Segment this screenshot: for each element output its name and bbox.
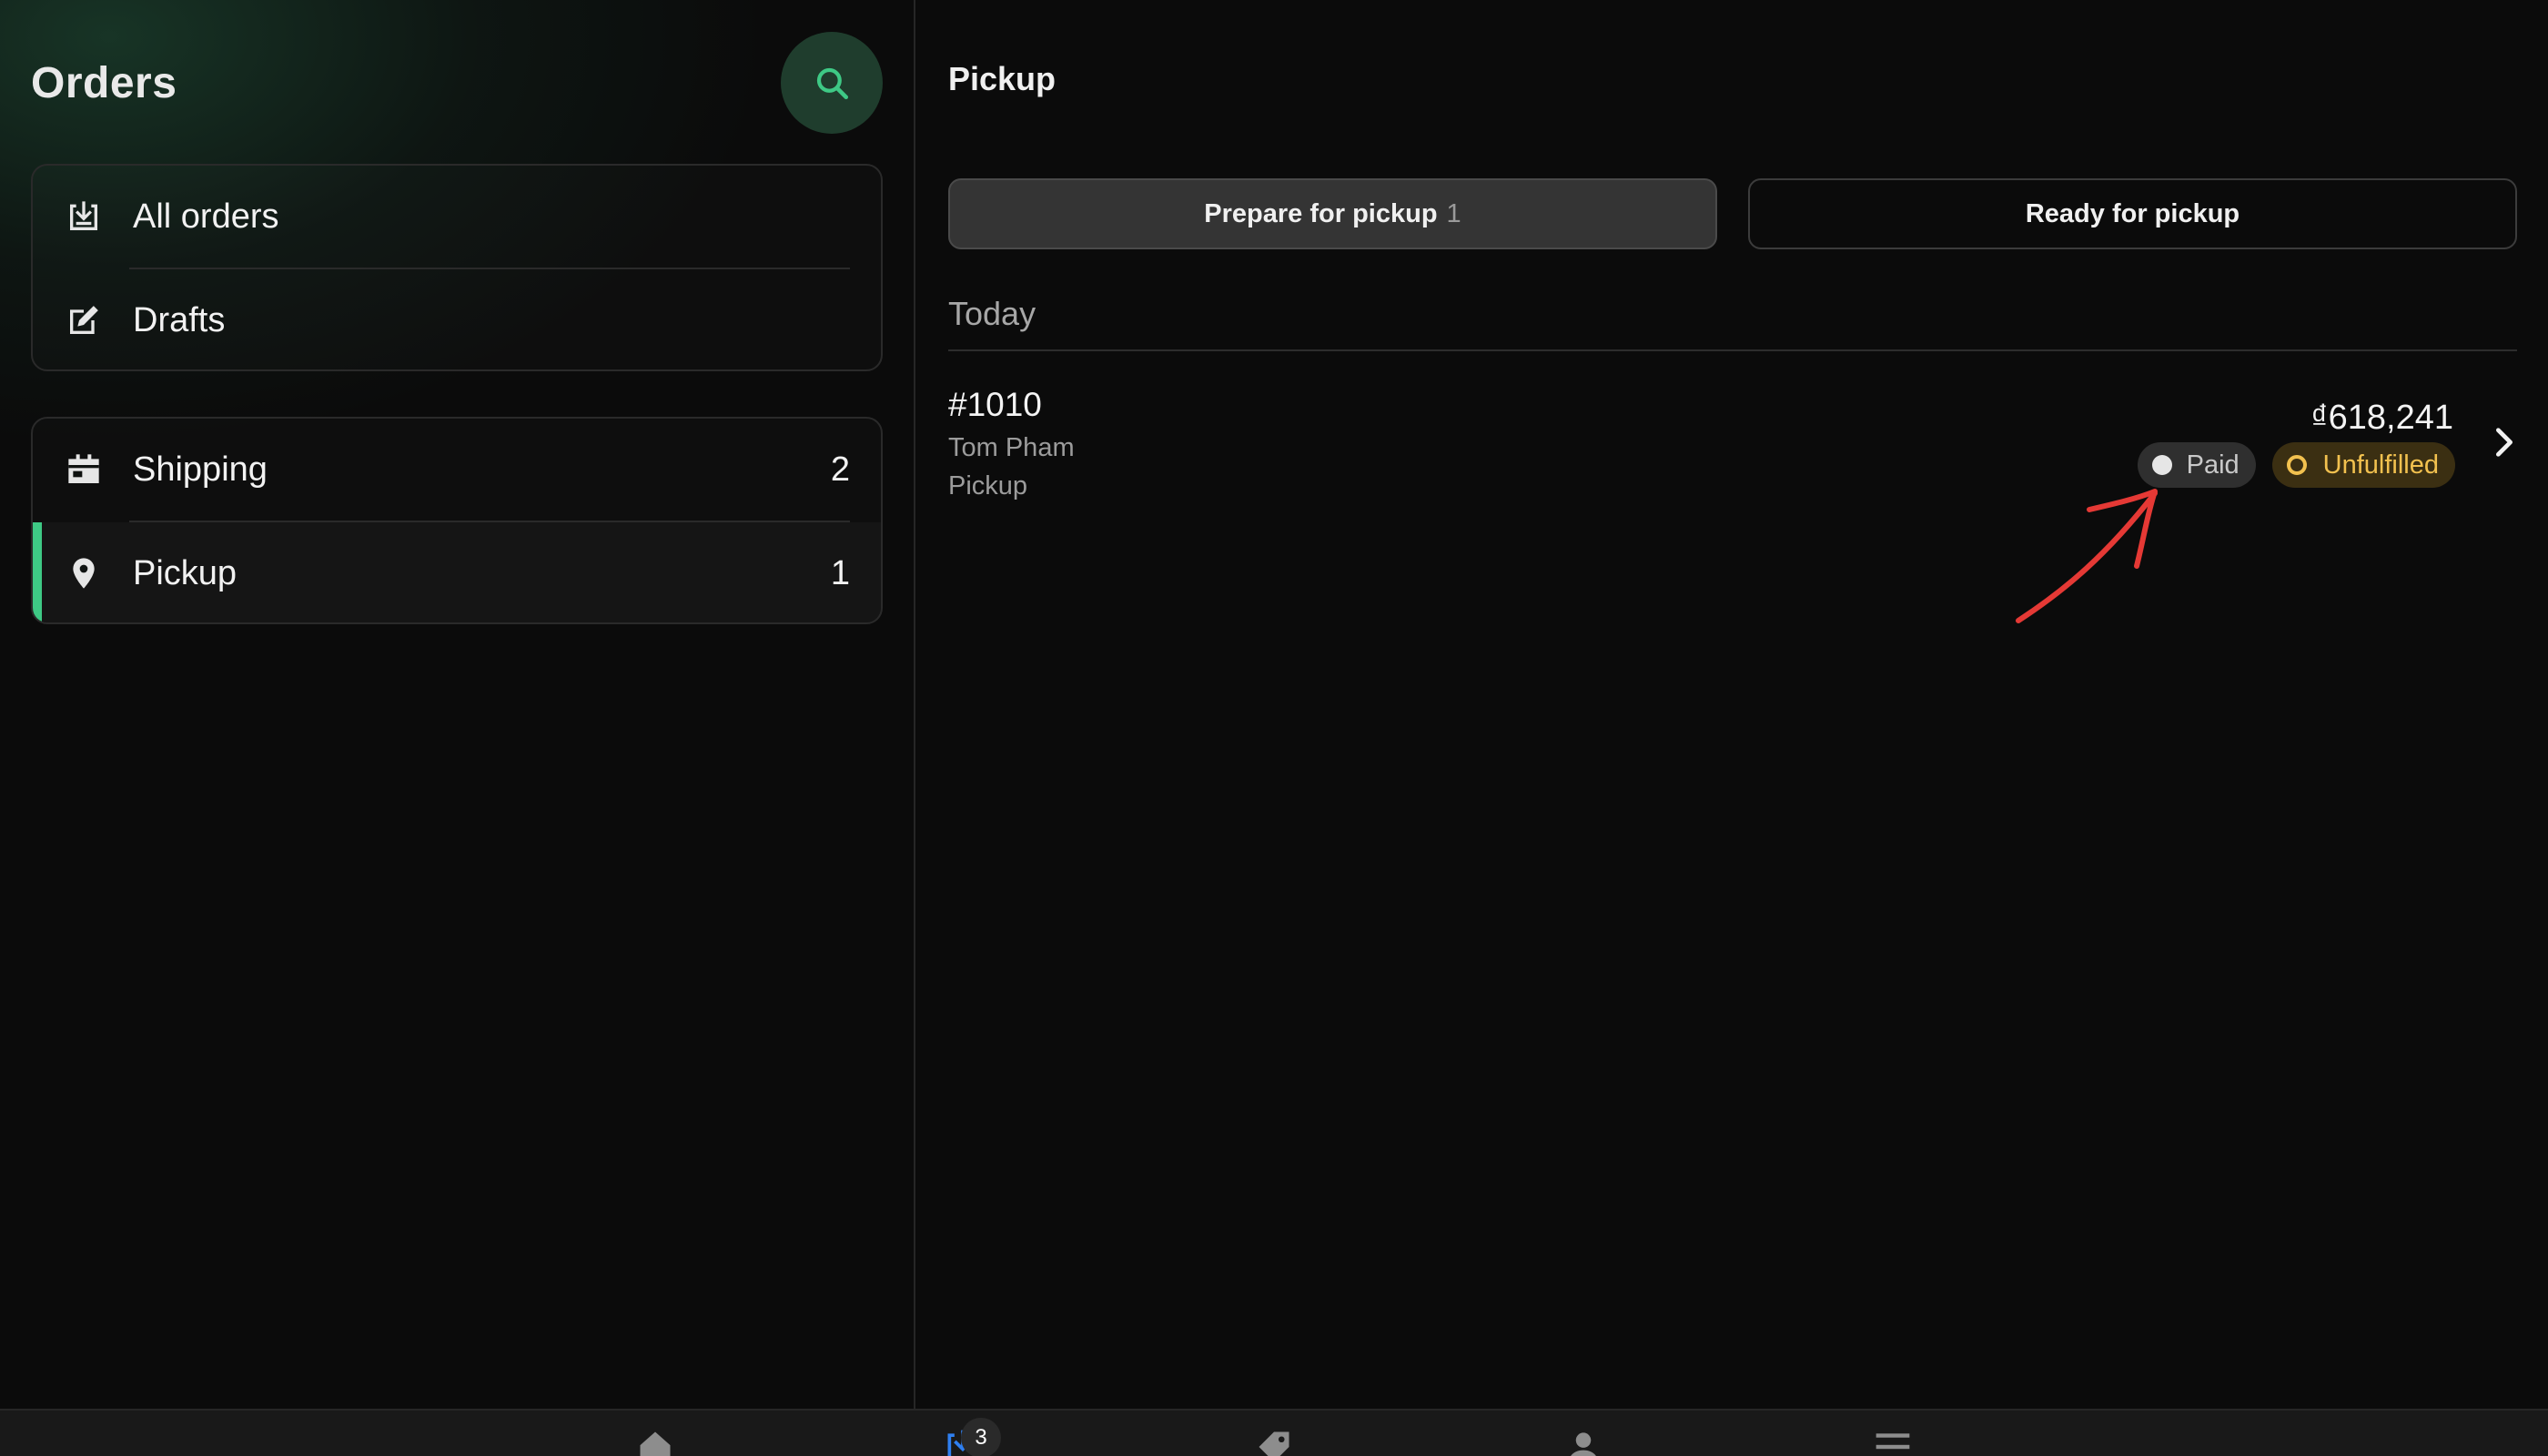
annotation-arrow-icon <box>2016 489 2158 623</box>
fulfillment-nav-group: Shipping 2 Pickup 1 <box>31 417 883 624</box>
order-list-item[interactable]: #1010 Tom Pham Pickup ₫618,241 Paid Unfu… <box>948 377 2548 513</box>
fulfillment-status-badge: Unfulfilled <box>2271 442 2455 488</box>
pickup-tabs: Prepare for pickup 1 Ready for pickup <box>948 178 2517 249</box>
bottom-navigation: 3 <box>0 1409 2548 1456</box>
order-number: #1010 <box>948 386 1042 423</box>
sidebar-item-shipping[interactable]: Shipping 2 <box>33 419 881 521</box>
filled-dot-icon <box>2151 455 2172 475</box>
sidebar-item-label: Shipping <box>133 450 268 489</box>
order-customer: Tom Pham <box>948 433 1075 462</box>
tag-icon[interactable] <box>1254 1427 1294 1456</box>
tab-label: Ready for pickup <box>2025 198 2240 228</box>
sidebar-item-count: 1 <box>830 553 850 592</box>
badge-label: Unfulfilled <box>2322 450 2439 480</box>
page-title: Pickup <box>948 60 1057 97</box>
app-root: Orders All orders Drafts Shipping 2 Pick… <box>0 0 2548 1456</box>
tab-label: Prepare for pickup <box>1204 198 1438 228</box>
pickup-panel: Pickup Prepare for pickup 1 Ready for pi… <box>917 0 2548 1409</box>
tab-ready-for-pickup[interactable]: Ready for pickup <box>1748 178 2517 249</box>
person-icon[interactable] <box>1563 1427 1603 1456</box>
tab-count: 1 <box>1446 198 1461 228</box>
section-heading: Today <box>948 295 1036 332</box>
edit-note-icon <box>64 300 104 340</box>
chevron-right-icon <box>2496 428 2513 457</box>
sidebar-title: Orders <box>31 58 177 107</box>
badge-label: Paid <box>2186 450 2240 480</box>
sidebar-item-count: 2 <box>830 450 850 489</box>
tab-prepare-for-pickup[interactable]: Prepare for pickup 1 <box>948 178 1717 249</box>
orders-sidebar: Orders All orders Drafts Shipping 2 Pick… <box>0 0 915 1409</box>
home-icon[interactable] <box>635 1427 675 1456</box>
sidebar-header: Orders <box>31 32 883 134</box>
search-icon <box>816 67 849 100</box>
search-button[interactable] <box>781 32 883 134</box>
sidebar-item-label: Pickup <box>133 553 238 592</box>
orders-count-badge: 3 <box>961 1418 1001 1456</box>
orders-nav-group: All orders Drafts <box>31 164 883 371</box>
divider <box>948 349 2517 351</box>
order-delivery-method: Pickup <box>948 471 1028 500</box>
inbox-download-icon <box>64 197 104 237</box>
sidebar-item-drafts[interactable]: Drafts <box>33 269 881 369</box>
sidebar-item-label: All orders <box>133 197 279 236</box>
sidebar-item-label: Drafts <box>133 300 226 339</box>
sidebar-item-all-orders[interactable]: All orders <box>33 166 881 268</box>
menu-icon[interactable] <box>1873 1427 1913 1456</box>
sidebar-item-pickup[interactable]: Pickup 1 <box>33 522 881 622</box>
empty-circle-icon <box>2286 455 2307 475</box>
order-total: ₫618,241 <box>2310 399 2453 437</box>
order-status-badges: Paid Unfulfilled <box>2137 442 2455 488</box>
location-pin-icon <box>64 553 104 593</box>
shipping-box-icon <box>64 450 104 490</box>
